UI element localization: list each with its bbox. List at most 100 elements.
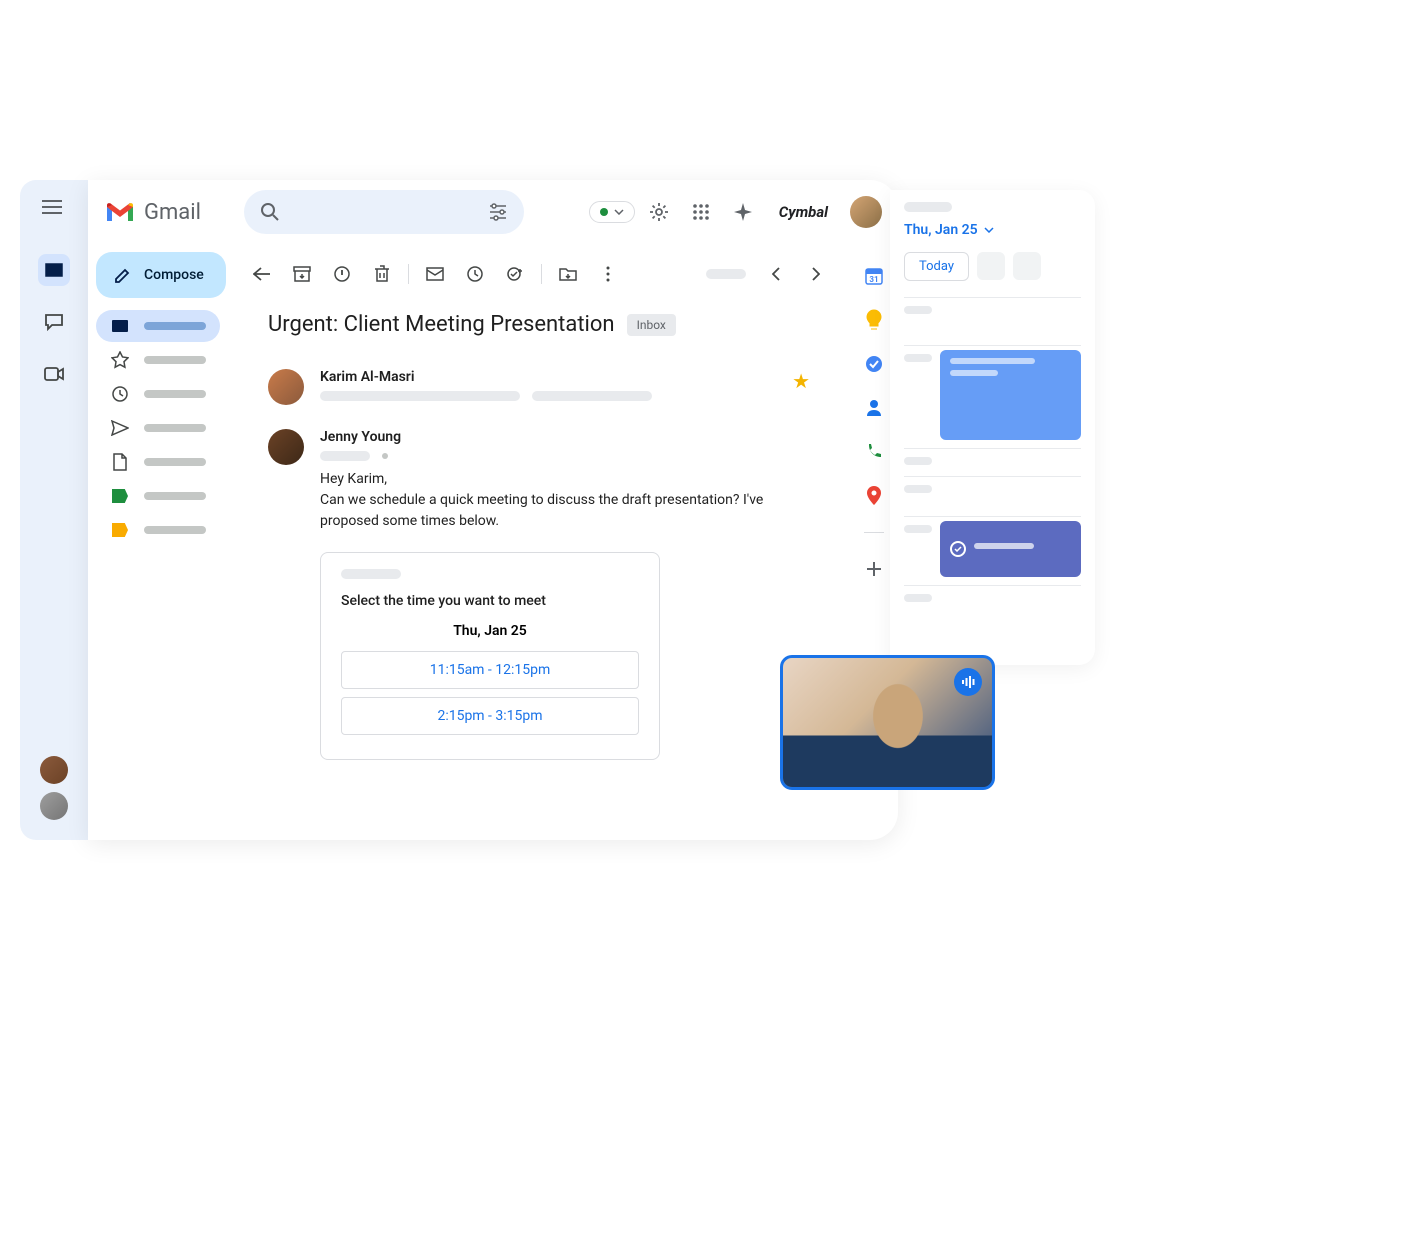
- cal-header-placeholder: [904, 202, 952, 212]
- spam-icon[interactable]: [324, 256, 360, 292]
- cal-date-picker[interactable]: Thu, Jan 25: [904, 222, 1081, 238]
- nav-label-placeholder: [144, 390, 206, 398]
- time-option-2[interactable]: 2:15pm - 3:15pm: [341, 697, 639, 735]
- calendar-addon-icon[interactable]: 31: [862, 264, 886, 288]
- back-icon[interactable]: [244, 256, 280, 292]
- sender-avatar-karim: [268, 369, 304, 405]
- contacts-addon-icon[interactable]: [862, 396, 886, 420]
- time-label: [904, 525, 932, 533]
- more-icon[interactable]: [590, 256, 626, 292]
- pencil-icon: [114, 266, 132, 284]
- sender-avatar-jenny: [268, 429, 304, 465]
- sidebar-label-green[interactable]: [96, 480, 220, 512]
- gmail-m-icon: [104, 200, 136, 224]
- nav-label-placeholder: [144, 458, 206, 466]
- status-active-dot: [600, 208, 608, 216]
- main-content: Urgent: Client Meeting Presentation Inbo…: [228, 244, 850, 840]
- calendar-event-purple[interactable]: [940, 521, 1081, 577]
- keep-addon-icon[interactable]: [862, 308, 886, 332]
- profile-avatar[interactable]: [850, 196, 882, 228]
- snooze-icon[interactable]: [457, 256, 493, 292]
- gmail-header: Gmail: [88, 180, 898, 244]
- sidebar-drafts[interactable]: [96, 446, 220, 478]
- search-bar[interactable]: [244, 190, 524, 234]
- gmail-wordmark: Gmail: [144, 200, 201, 225]
- inbox-icon: [110, 316, 130, 336]
- add-addon-icon[interactable]: [862, 557, 886, 581]
- settings-icon[interactable]: [641, 194, 677, 230]
- apps-grid-icon[interactable]: [683, 194, 719, 230]
- audio-active-icon: [954, 668, 982, 696]
- menu-icon[interactable]: [42, 200, 66, 224]
- sidebar-inbox[interactable]: [96, 310, 220, 342]
- chevron-down-icon: [984, 227, 994, 233]
- time-option-1[interactable]: 11:15am - 12:15pm: [341, 651, 639, 689]
- calendar-event-blue[interactable]: [940, 350, 1081, 440]
- email-body: Can we schedule a quick meeting to discu…: [320, 490, 810, 532]
- file-icon: [110, 452, 130, 472]
- mark-unread-icon[interactable]: [417, 256, 453, 292]
- starred-icon[interactable]: ★: [792, 369, 810, 405]
- app-rail: [20, 180, 88, 840]
- svg-text:31: 31: [869, 275, 878, 284]
- prev-icon[interactable]: [758, 256, 794, 292]
- move-to-icon[interactable]: [550, 256, 586, 292]
- card-date: Thu, Jan 25: [341, 623, 639, 639]
- sender-name: Jenny Young: [320, 429, 810, 445]
- nav-label-placeholder: [144, 322, 206, 330]
- email-item-expanded: Jenny Young Hey Karim, Can we schedule a…: [268, 417, 810, 772]
- sidebar-label-yellow[interactable]: [96, 514, 220, 546]
- chat-avatar-2[interactable]: [40, 792, 68, 820]
- gemini-spark-icon[interactable]: [725, 194, 761, 230]
- compose-label: Compose: [144, 267, 204, 283]
- tasks-addon-icon[interactable]: [862, 352, 886, 376]
- nav-label-placeholder: [144, 526, 206, 534]
- rail-meet-icon[interactable]: [38, 358, 70, 390]
- video-call-pip[interactable]: [780, 655, 995, 790]
- gmail-logo[interactable]: Gmail: [104, 200, 236, 225]
- card-title: Select the time you want to meet: [341, 593, 639, 609]
- meeting-proposal-card: Select the time you want to meet Thu, Ja…: [320, 552, 660, 760]
- add-task-icon[interactable]: [497, 256, 533, 292]
- maps-addon-icon[interactable]: [862, 484, 886, 508]
- gmail-panel: Gmail: [88, 180, 898, 840]
- calendar-panel: Thu, Jan 25 Today: [890, 190, 1095, 665]
- snippet-placeholder: [320, 391, 520, 401]
- sender-name: Karim Al-Masri: [320, 369, 776, 385]
- sidebar-snoozed[interactable]: [96, 378, 220, 410]
- email-item-collapsed[interactable]: Karim Al-Masri ★: [268, 357, 810, 417]
- email-greeting: Hey Karim,: [320, 469, 810, 490]
- time-label: [904, 594, 932, 602]
- rail-chat-icon[interactable]: [38, 306, 70, 338]
- nav-label-placeholder: [144, 492, 206, 500]
- label-yellow-icon: [110, 520, 130, 540]
- chat-avatar-1[interactable]: [40, 756, 68, 784]
- star-icon: [110, 350, 130, 370]
- sidebar: Compose: [88, 244, 228, 840]
- search-icon: [260, 202, 280, 222]
- nav-label-placeholder: [144, 424, 206, 432]
- snippet-placeholder: [532, 391, 652, 401]
- rail-mail-icon[interactable]: [38, 254, 70, 286]
- cal-next-button[interactable]: [1013, 252, 1041, 280]
- next-icon[interactable]: [798, 256, 834, 292]
- archive-icon[interactable]: [284, 256, 320, 292]
- delete-icon[interactable]: [364, 256, 400, 292]
- status-pill[interactable]: [589, 201, 635, 223]
- sidebar-sent[interactable]: [96, 412, 220, 444]
- today-button[interactable]: Today: [904, 252, 969, 281]
- chevron-down-icon: [614, 209, 624, 215]
- sidebar-starred[interactable]: [96, 344, 220, 376]
- time-label: [904, 485, 932, 493]
- folder-badge[interactable]: Inbox: [627, 314, 676, 336]
- compose-button[interactable]: Compose: [96, 252, 226, 298]
- label-green-icon: [110, 486, 130, 506]
- time-label: [904, 354, 932, 362]
- email-subject: Urgent: Client Meeting Presentation: [268, 312, 615, 337]
- cal-prev-button[interactable]: [977, 252, 1005, 280]
- tune-icon[interactable]: [488, 203, 508, 221]
- voice-addon-icon[interactable]: [862, 440, 886, 464]
- time-label: [904, 457, 932, 465]
- email-thread: Urgent: Client Meeting Presentation Inbo…: [228, 304, 850, 792]
- org-label: Cymbal: [767, 199, 840, 225]
